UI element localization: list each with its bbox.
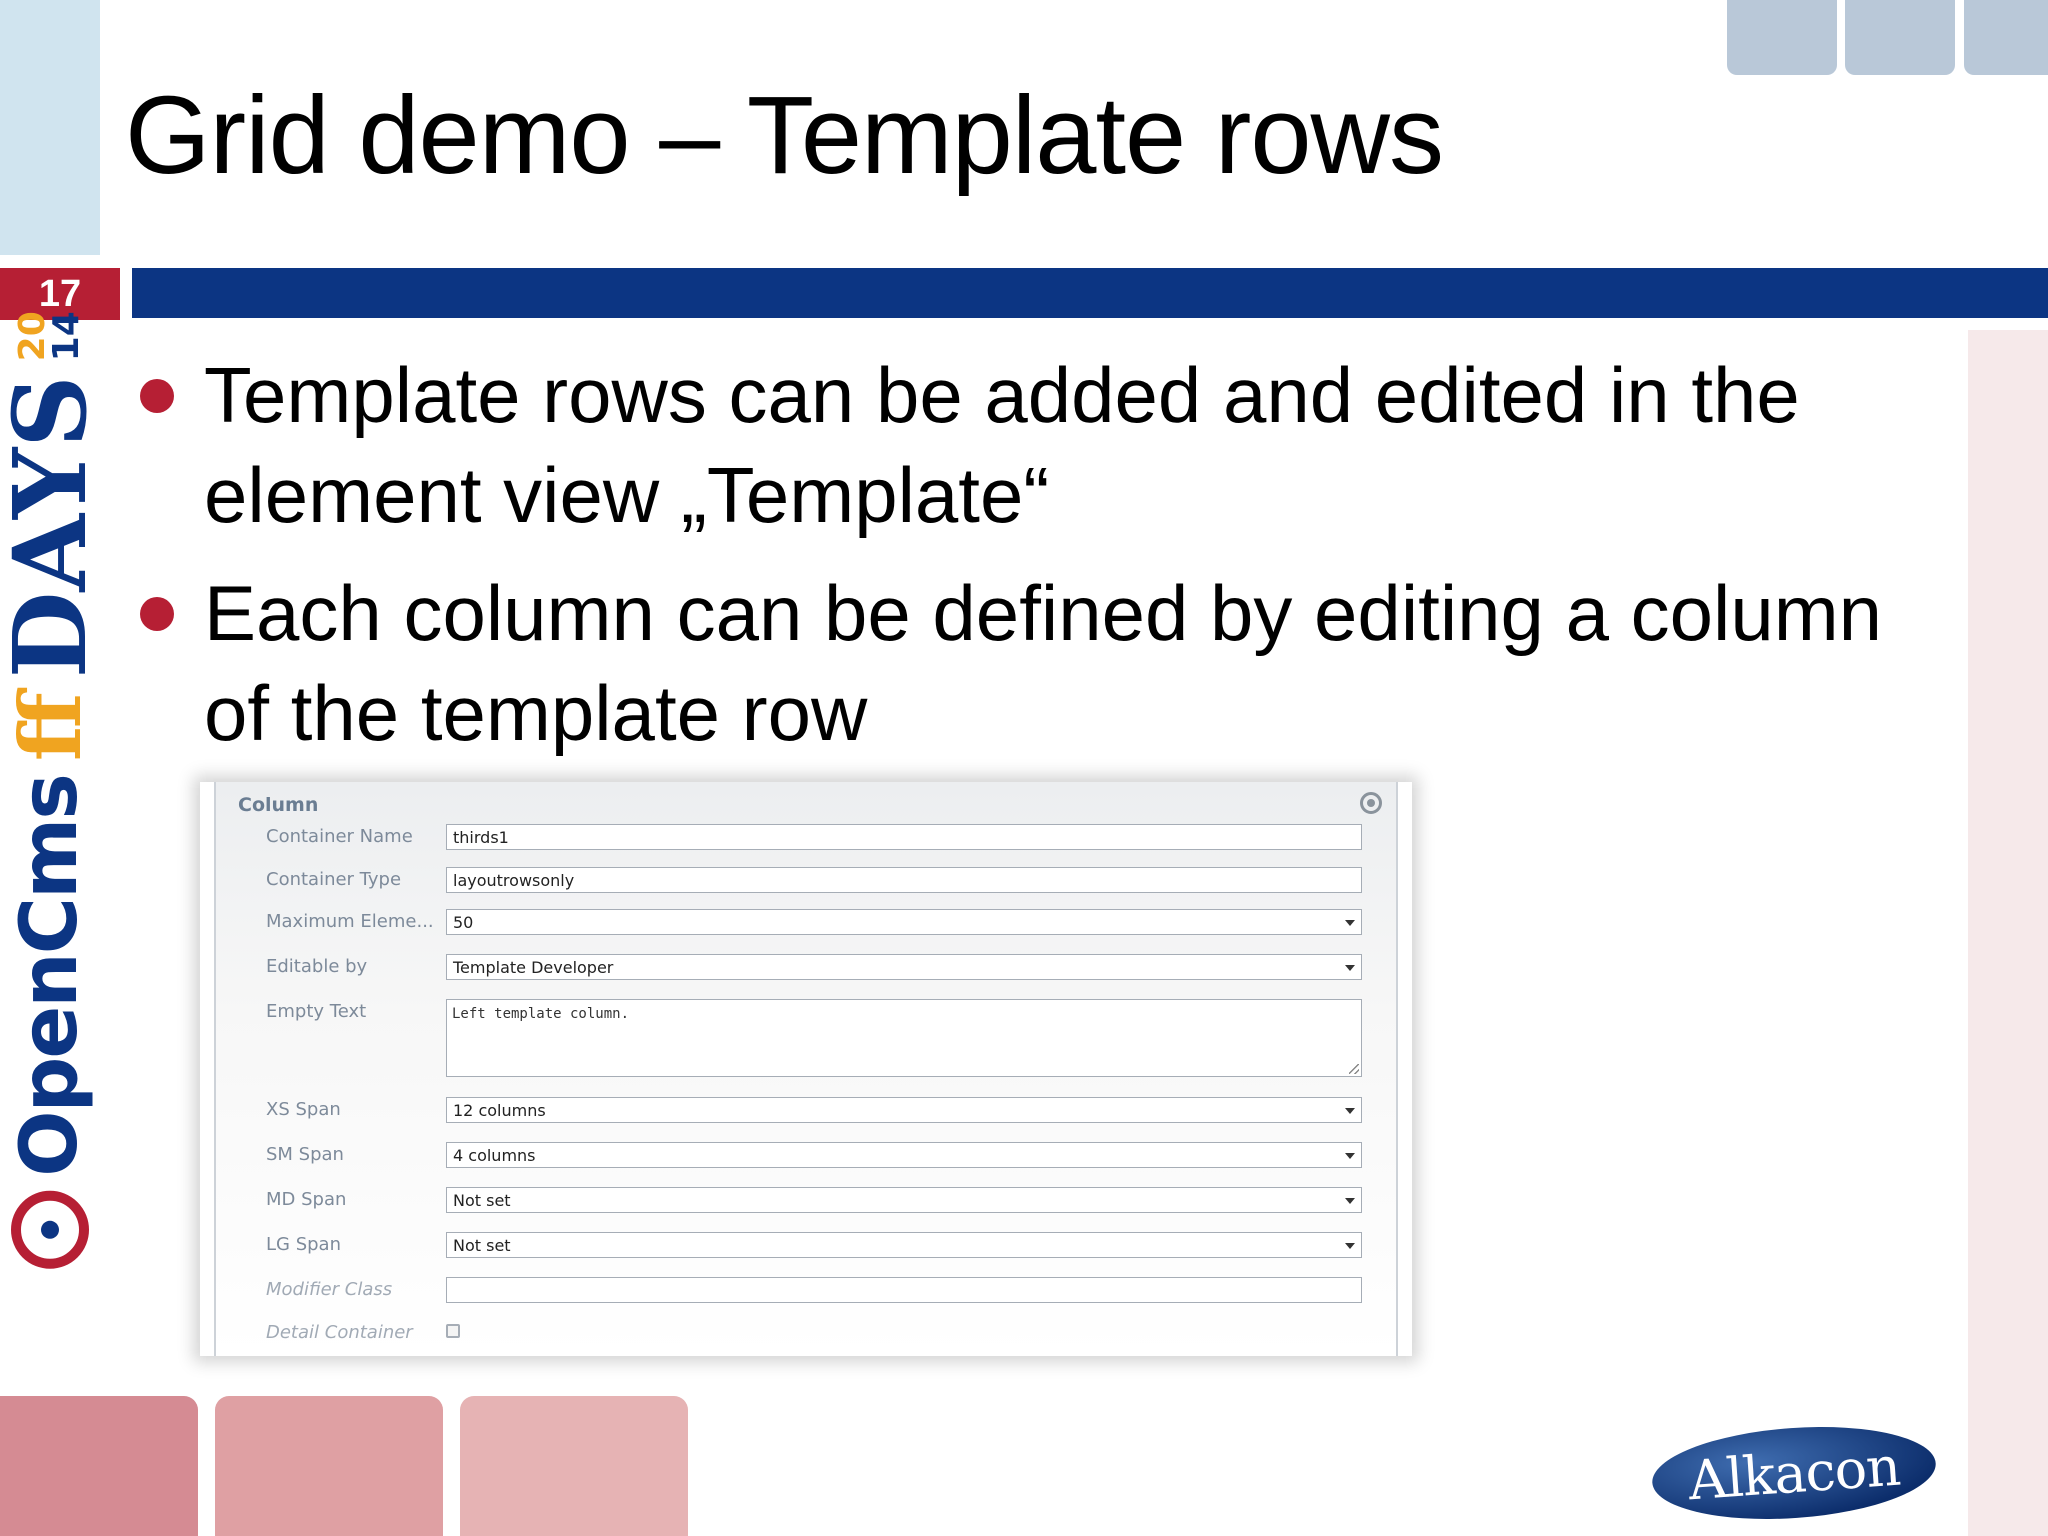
bottom-decoration-2 [215, 1396, 443, 1536]
container-name-input[interactable]: thirds1 [446, 824, 1362, 850]
field-label: Modifier Class [266, 1279, 393, 1300]
logo-year: 20 14 [11, 311, 87, 362]
maximum-elements-select[interactable]: 50 [446, 909, 1362, 935]
bullet-text: Template rows can be added and edited in… [204, 351, 1800, 539]
field-label: Detail Container [266, 1322, 413, 1343]
gear-icon[interactable] [1360, 792, 1382, 814]
field-label: Maximum Eleme... [266, 911, 434, 932]
detail-container-checkbox[interactable] [446, 1324, 460, 1338]
title-bar [132, 268, 2048, 318]
empty-text-value: Left template column. [452, 1006, 630, 1022]
md-span-select[interactable]: Not set [446, 1187, 1362, 1213]
top-right-decoration-1 [1727, 0, 1837, 75]
bullet-dot-icon [140, 379, 174, 413]
field-label: SM Span [266, 1144, 344, 1165]
resize-grip-icon[interactable] [1349, 1064, 1359, 1074]
field-label: Container Name [266, 826, 413, 847]
logo-days: DAYS [0, 375, 109, 679]
field-label: Container Type [266, 869, 402, 890]
column-settings-panel: Column Container Name thirds1 Container … [200, 782, 1412, 1356]
bottom-decoration-1 [0, 1396, 198, 1536]
right-side-decoration [1968, 330, 2048, 1536]
logo-year-bottom: 14 [46, 311, 87, 362]
container-type-input[interactable]: layoutrowsonly [446, 867, 1362, 893]
field-label: XS Span [266, 1099, 341, 1120]
logo-year-top: 20 [11, 311, 53, 362]
panel-header: Column [238, 794, 319, 816]
bullet-item: Each column can be defined by editing a … [130, 563, 1910, 763]
empty-text-textarea[interactable]: Left template column. [446, 999, 1362, 1077]
field-label: Empty Text [266, 1001, 367, 1022]
top-right-decoration-3 [1964, 0, 2048, 75]
bottom-decoration-3 [460, 1396, 688, 1536]
top-left-decoration [0, 0, 100, 255]
editable-by-select[interactable]: Template Developer [446, 954, 1362, 980]
field-label: MD Span [266, 1189, 347, 1210]
opencms-days-logo: OpenCms ff DAYS 20 14 [0, 311, 109, 1269]
bullet-text: Each column can be defined by editing a … [204, 569, 1883, 757]
xs-span-select[interactable]: 12 columns [446, 1097, 1362, 1123]
alkacon-logo: Alkacon [1649, 1418, 1939, 1528]
top-right-decoration-2 [1845, 0, 1955, 75]
logo-prefix: OpenCms [5, 775, 95, 1177]
modifier-class-input[interactable] [446, 1277, 1362, 1303]
opencms-ring-icon [11, 1190, 89, 1269]
field-label: LG Span [266, 1234, 341, 1255]
lg-span-select[interactable]: Not set [446, 1232, 1362, 1258]
field-label: Editable by [266, 956, 368, 977]
bullet-dot-icon [140, 597, 174, 631]
sm-span-select[interactable]: 4 columns [446, 1142, 1362, 1168]
bullet-list: Template rows can be added and edited in… [130, 345, 1910, 781]
flame-icon: ff [0, 692, 100, 762]
alkacon-logo-text: Alkacon [1686, 1434, 1902, 1512]
slide-title: Grid demo – Template rows [125, 74, 1444, 197]
bullet-item: Template rows can be added and edited in… [130, 345, 1910, 545]
